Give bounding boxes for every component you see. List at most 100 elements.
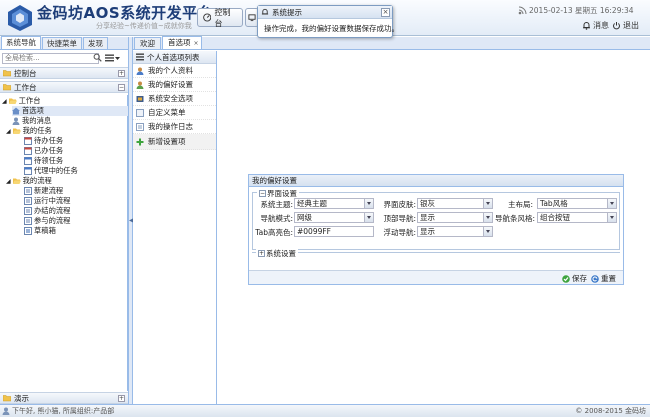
dashboard-icon	[203, 13, 212, 22]
logo-icon	[8, 5, 32, 31]
layout-label: 主布局:	[507, 200, 533, 209]
chevron-down-icon[interactable]	[364, 199, 373, 208]
tree-node-flow[interactable]: 参与的流程	[24, 216, 70, 226]
expand-icon[interactable]: +	[118, 70, 125, 77]
expand-icon[interactable]: +	[118, 395, 125, 402]
user-settings-icon	[136, 81, 144, 89]
tree-node-workbench[interactable]: ◢ 工作台	[2, 96, 41, 106]
folder-open-icon	[12, 178, 21, 184]
global-search-input[interactable]	[2, 52, 99, 64]
tree-node-my-messages[interactable]: 我的消息	[12, 116, 51, 126]
theme-value: 经典主题	[297, 199, 327, 208]
tree-node-flow[interactable]: 草稿箱	[24, 226, 56, 236]
pref-item-add-new[interactable]: 新增设置项	[133, 134, 216, 150]
exit-link[interactable]: 退出	[612, 20, 639, 31]
tree-node-flow[interactable]: 新建流程	[24, 186, 63, 196]
chevron-down-icon[interactable]	[607, 199, 616, 208]
tree-node-my-flows[interactable]: ◢ 我的流程	[6, 176, 52, 186]
tree-label: 待领任务	[34, 156, 64, 165]
nav-menu-button[interactable]	[105, 54, 120, 62]
pref-item-security[interactable]: 系统安全选项	[133, 92, 216, 106]
notification-close-icon[interactable]: ×	[381, 8, 390, 17]
tree-node-task[interactable]: 待办任务	[24, 136, 63, 146]
pref-item-label: 我的偏好设置	[148, 80, 193, 89]
search-icon[interactable]	[93, 53, 102, 62]
accordion-demo[interactable]: 演示 +	[0, 392, 128, 404]
tree-label: 我的流程	[22, 176, 52, 185]
nav-bar-style-select[interactable]: 组合按钮	[537, 212, 617, 223]
tree-node-flow[interactable]: 办结的流程	[24, 206, 70, 216]
security-icon	[136, 95, 144, 102]
nav-mode-value: 网级	[297, 213, 312, 222]
reset-button[interactable]: 重置	[591, 273, 616, 284]
layout-value: Tab风格	[540, 199, 568, 208]
tab-shortcut-menu[interactable]: 快捷菜单	[42, 37, 82, 49]
tab-welcome[interactable]: 欢迎	[134, 37, 161, 49]
tree-node-home[interactable]: 首选项	[12, 106, 128, 116]
tab-preferences[interactable]: 首选项 ×	[162, 36, 202, 49]
float-nav-select[interactable]: 显示	[417, 226, 493, 237]
messages-label: 消息	[593, 21, 609, 30]
nav-bar-style-value: 组合按钮	[540, 213, 570, 222]
collapse-icon[interactable]: −	[259, 190, 266, 197]
collapse-icon[interactable]: −	[118, 84, 125, 91]
system-settings-legend[interactable]: + 系统设置	[256, 248, 298, 259]
chevron-down-icon[interactable]	[483, 199, 492, 208]
app-slogan: 分享经验~传递价值~成就你我	[96, 22, 192, 30]
reset-label: 重置	[601, 274, 616, 283]
save-button[interactable]: 保存	[562, 273, 587, 284]
chevron-down-icon[interactable]	[483, 213, 492, 222]
pref-item-label: 我的操作日志	[148, 122, 193, 131]
tree-node-flow[interactable]: 运行中流程	[24, 196, 70, 206]
preference-list-title: 个人首选项列表	[147, 52, 200, 62]
top-nav-value: 显示	[420, 213, 435, 222]
tab-discover[interactable]: 发现	[83, 37, 108, 49]
accordion-workbench[interactable]: 工作台 −	[0, 81, 128, 93]
tree-label: 新建流程	[34, 186, 64, 195]
ui-settings-legend[interactable]: − 界面设置	[257, 188, 299, 199]
pref-item-custom-menu[interactable]: 自定义菜单	[133, 106, 216, 120]
pref-item-my-preferences[interactable]: 我的偏好设置	[133, 78, 216, 92]
chevron-down-icon[interactable]	[483, 227, 492, 236]
left-tab-bar: 系统导航 快捷菜单 发现	[0, 36, 128, 50]
console-button-label: 控制台	[214, 7, 231, 28]
tree-collapse-icon[interactable]: ◢	[6, 178, 11, 185]
flow-icon	[24, 207, 32, 215]
tree-node-my-tasks[interactable]: ◢ 我的任务	[6, 126, 52, 136]
pref-item-profile[interactable]: 我的个人资料	[133, 64, 216, 78]
draft-icon	[24, 227, 32, 235]
pref-item-label: 我的个人资料	[148, 66, 193, 75]
tree-collapse-icon[interactable]: ◢	[6, 128, 11, 135]
nav-mode-select[interactable]: 网级	[294, 212, 374, 223]
bell-icon	[261, 8, 269, 15]
messages-link[interactable]: 消息	[582, 20, 609, 31]
float-nav-label: 浮动导航:	[383, 228, 416, 237]
skin-label: 界面皮肤:	[383, 200, 416, 209]
tab-close-icon[interactable]: ×	[193, 38, 198, 49]
tree-label: 工作台	[18, 96, 41, 105]
tree-node-task[interactable]: 待领任务	[24, 156, 63, 166]
tab-system-nav[interactable]: 系统导航	[1, 36, 41, 49]
pref-item-operation-log[interactable]: 我的操作日志	[133, 120, 216, 134]
expand-icon[interactable]: +	[258, 250, 265, 257]
tree-collapse-icon[interactable]: ◢	[2, 98, 7, 105]
flow-icon	[24, 217, 32, 225]
tab-color-input[interactable]: #0099FF	[294, 226, 374, 237]
layout-select[interactable]: Tab风格	[537, 198, 617, 209]
save-label: 保存	[572, 274, 587, 283]
flow-icon	[24, 187, 32, 195]
left-nav-panel: 系统导航 快捷菜单 发现 控制台 + 工作台	[0, 36, 129, 404]
tree-node-task[interactable]: 代理中的任务	[24, 166, 78, 176]
chevron-down-icon[interactable]	[607, 213, 616, 222]
theme-select[interactable]: 经典主题	[294, 198, 374, 209]
user-icon	[12, 117, 20, 125]
accordion-console[interactable]: 控制台 +	[0, 67, 128, 79]
pref-item-label: 自定义菜单	[148, 108, 186, 117]
top-nav-select[interactable]: 显示	[417, 212, 493, 223]
skin-select[interactable]: 银灰	[417, 198, 493, 209]
folder-icon	[3, 84, 11, 91]
chevron-down-icon[interactable]	[364, 213, 373, 222]
add-icon	[136, 138, 144, 145]
tree-node-task[interactable]: 已办任务	[24, 146, 63, 156]
console-button[interactable]: 控制台	[197, 7, 243, 28]
